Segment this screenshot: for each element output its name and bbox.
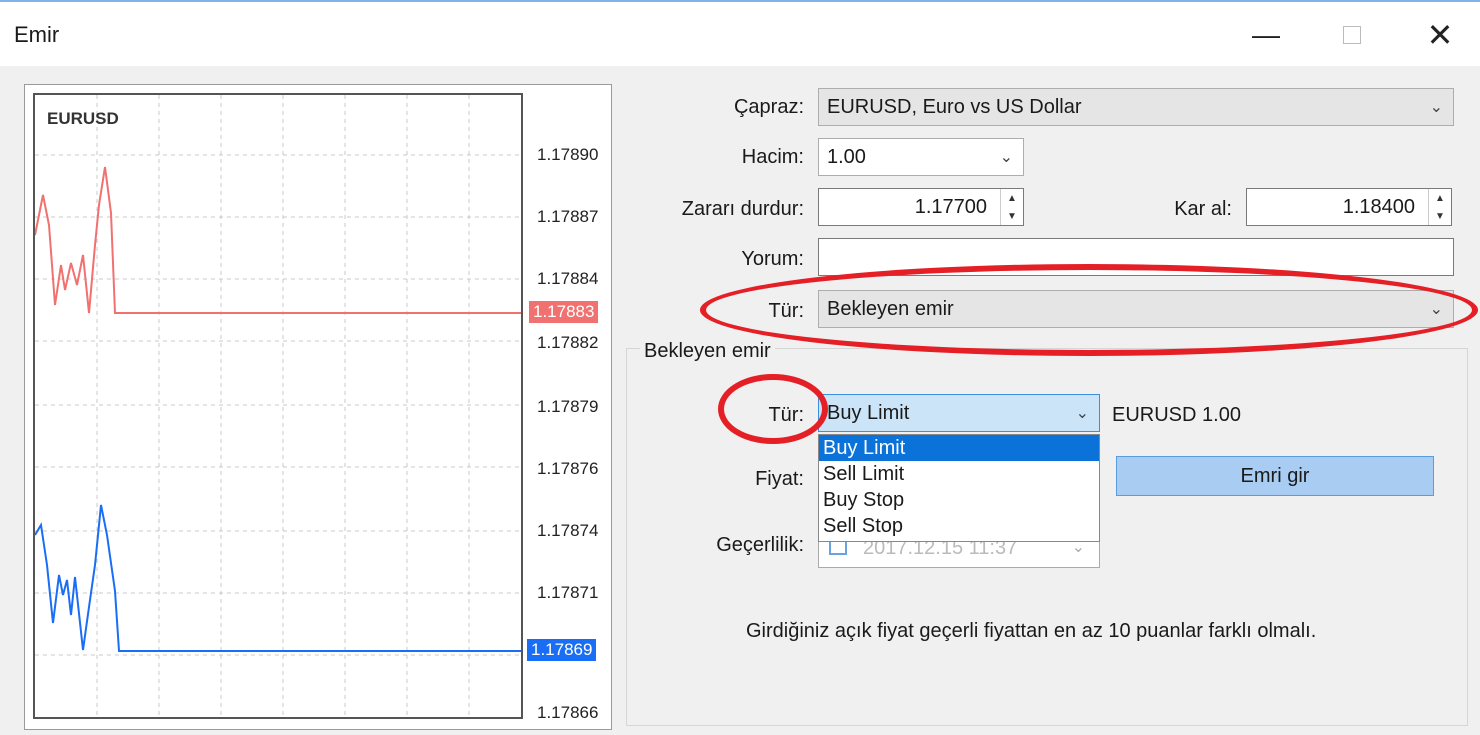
close-icon: ✕ bbox=[1426, 17, 1454, 53]
close-button[interactable]: ✕ bbox=[1414, 12, 1466, 58]
pending-group-title: Bekleyen emir bbox=[640, 340, 775, 363]
symbol-volume-info: EURUSD 1.00 bbox=[1112, 404, 1241, 426]
place-order-button[interactable]: Emri gir bbox=[1116, 456, 1434, 496]
axis-tick: 1.17887 bbox=[537, 207, 599, 226]
pending-type-dropdown: Buy Limit Sell Limit Buy Stop Sell Stop bbox=[818, 434, 1100, 542]
minimize-icon: — bbox=[1252, 19, 1280, 50]
volume-select[interactable]: 1.00 ⌄ bbox=[818, 138, 1024, 176]
validity-label: Geçerlilik: bbox=[716, 534, 804, 556]
stoploss-spinner[interactable]: ▲ ▼ bbox=[1000, 189, 1023, 225]
bid-price-tag: 1.17869 bbox=[527, 639, 597, 661]
takeprofit-input[interactable]: 1.18400 ▲ ▼ bbox=[1246, 188, 1452, 226]
axis-tick: 1.17890 bbox=[537, 145, 599, 164]
spin-down-icon[interactable]: ▼ bbox=[1001, 207, 1023, 225]
axis-tick: 1.17884 bbox=[537, 269, 599, 288]
tick-chart: EURUSD 1.17890 1.17887 1.17884 1.17883 1… bbox=[24, 84, 612, 730]
comment-input[interactable] bbox=[818, 238, 1454, 276]
axis-tick: 1.17866 bbox=[537, 703, 599, 722]
pending-type-value: Buy Limit bbox=[827, 401, 910, 424]
order-window: Emir — ✕ EURUSD 1.17890 1.17887 1.17884 … bbox=[0, 0, 1480, 735]
volume-value: 1.00 bbox=[827, 145, 866, 168]
cross-select[interactable]: EURUSD, Euro vs US Dollar ⌄ bbox=[818, 88, 1454, 126]
chevron-down-icon: ⌄ bbox=[999, 149, 1013, 166]
stoploss-label: Zararı durdur: bbox=[681, 198, 804, 220]
takeprofit-label: Kar al: bbox=[1174, 198, 1232, 220]
chart-plot-area: EURUSD bbox=[33, 93, 523, 719]
dropdown-option-buy-limit[interactable]: Buy Limit bbox=[819, 435, 1099, 461]
axis-tick: 1.17874 bbox=[537, 521, 599, 540]
comment-label: Yorum: bbox=[741, 248, 804, 270]
price-info-message: Girdiğiniz açık fiyat geçerli fiyattan e… bbox=[746, 620, 1317, 642]
order-type-select[interactable]: Bekleyen emir ⌄ bbox=[818, 290, 1454, 328]
cross-select-value: EURUSD, Euro vs US Dollar bbox=[827, 95, 1082, 118]
chevron-down-icon: ⌄ bbox=[1075, 405, 1089, 422]
order-type-label: Tür: bbox=[768, 300, 804, 322]
pending-type-select[interactable]: Buy Limit ⌄ bbox=[818, 394, 1100, 432]
ask-price-tag: 1.17883 bbox=[529, 301, 599, 323]
chart-symbol-label: EURUSD bbox=[47, 109, 119, 128]
axis-tick: 1.17876 bbox=[537, 459, 599, 478]
maximize-button[interactable] bbox=[1326, 12, 1378, 58]
pending-type-label: Tür: bbox=[768, 404, 804, 426]
chevron-down-icon: ⌄ bbox=[1429, 99, 1443, 116]
dropdown-option-buy-stop[interactable]: Buy Stop bbox=[819, 487, 1099, 513]
order-type-value: Bekleyen emir bbox=[827, 297, 954, 320]
chevron-down-icon: ⌄ bbox=[1429, 301, 1443, 318]
volume-label: Hacim: bbox=[741, 146, 804, 168]
spin-up-icon[interactable]: ▲ bbox=[1001, 189, 1023, 207]
price-label: Fiyat: bbox=[755, 468, 804, 490]
spin-down-icon[interactable]: ▼ bbox=[1429, 207, 1451, 225]
maximize-icon bbox=[1343, 26, 1361, 44]
ask-line bbox=[35, 166, 521, 314]
axis-tick: 1.17879 bbox=[537, 397, 599, 416]
chart-svg bbox=[35, 95, 521, 717]
axis-tick: 1.17871 bbox=[537, 583, 599, 602]
spin-up-icon[interactable]: ▲ bbox=[1429, 189, 1451, 207]
cross-label: Çapraz: bbox=[733, 96, 804, 118]
dropdown-option-sell-limit[interactable]: Sell Limit bbox=[819, 461, 1099, 487]
window-title: Emir bbox=[14, 22, 60, 47]
stoploss-value: 1.17700 bbox=[914, 195, 987, 218]
takeprofit-value: 1.18400 bbox=[1342, 195, 1415, 218]
stoploss-input[interactable]: 1.17700 ▲ ▼ bbox=[818, 188, 1024, 226]
bid-line bbox=[35, 504, 521, 652]
axis-tick: 1.17882 bbox=[537, 333, 599, 352]
dropdown-option-sell-stop[interactable]: Sell Stop bbox=[819, 513, 1099, 539]
minimize-button[interactable]: — bbox=[1240, 12, 1292, 58]
title-bar: Emir — ✕ bbox=[0, 0, 1480, 66]
takeprofit-spinner[interactable]: ▲ ▼ bbox=[1428, 189, 1451, 225]
